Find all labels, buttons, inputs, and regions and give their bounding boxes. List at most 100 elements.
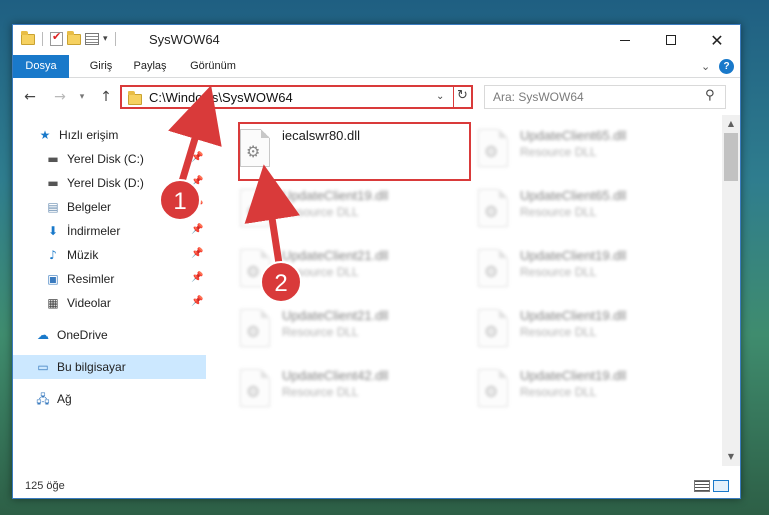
ribbon-tabs: Dosya Giriş Paylaş Görünüm ⌄ ? [13, 55, 740, 78]
sidebar-item-quick-access[interactable]: ★ Hızlı erişim [13, 123, 206, 147]
dll-file-icon: ⚙ [240, 369, 270, 407]
file-tile[interactable]: ⚙ UpdateClient19.dll Resource DLL [470, 365, 700, 413]
dll-file-icon: ⚙ [478, 369, 508, 407]
network-icon: 🖧 [36, 392, 50, 406]
file-tile[interactable]: ⚙ UpdateClient42.dll Resource DLL [232, 365, 462, 413]
address-path[interactable]: C:\Windows\SysWOW64 [149, 90, 293, 105]
file-tile[interactable]: ⚙ UpdateClient19.dll Resource DLL [232, 185, 462, 233]
pin-icon[interactable]: 📌 [191, 296, 203, 307]
refresh-icon[interactable]: ↻ [457, 88, 468, 103]
address-bar[interactable]: C:\Windows\SysWOW64 ⌄ ↻ [120, 85, 473, 109]
sidebar-item-label: Belgeler [67, 200, 112, 214]
music-icon: ♪ [49, 248, 57, 262]
scroll-thumb[interactable] [724, 133, 738, 181]
properties-icon[interactable] [85, 33, 99, 45]
pin-icon[interactable]: 📌 [191, 152, 203, 163]
details-view-icon[interactable] [694, 480, 710, 492]
vertical-scrollbar[interactable]: ▲ ▼ [722, 115, 740, 466]
file-type: Resource DLL [520, 265, 597, 279]
download-icon: ⬇ [47, 224, 59, 238]
file-tile[interactable]: ⚙ UpdateClient21.dll Resource DLL [232, 245, 462, 293]
file-type: Resource DLL [520, 205, 597, 219]
tab-file[interactable]: Dosya [13, 55, 69, 78]
dll-file-icon: ⚙ [478, 309, 508, 347]
file-name: UpdateClient21.dll [282, 308, 389, 323]
scroll-down-icon[interactable]: ▼ [722, 448, 740, 466]
star-icon: ★ [39, 128, 51, 142]
customize-toolbar-chevron-icon[interactable]: ▾ [103, 34, 108, 44]
file-tile[interactable]: ⚙ UpdateClient21.dll Resource DLL [232, 305, 462, 353]
address-history-chevron-icon[interactable]: ⌄ [436, 91, 444, 102]
file-tile[interactable]: ⚙ UpdateClient19.dll Resource DLL [470, 305, 700, 353]
pin-icon[interactable]: 📌 [191, 272, 203, 283]
search-icon[interactable]: ⚲ [705, 88, 715, 103]
sidebar-item-music[interactable]: ♪ Müzik 📌 [13, 243, 206, 267]
maximize-icon [666, 35, 676, 45]
sidebar-item-videos[interactable]: ▦ Videolar 📌 [13, 291, 206, 315]
file-type: Resource DLL [282, 325, 359, 339]
back-arrow-icon[interactable]: ← [21, 87, 39, 107]
pin-icon[interactable]: 📌 [191, 248, 203, 259]
document-icon: ▤ [47, 200, 59, 214]
sidebar-item-local-disk-c[interactable]: ▬ Yerel Disk (C:) 📌 [13, 147, 206, 171]
new-folder-icon[interactable] [67, 30, 81, 45]
minimize-button[interactable] [602, 25, 648, 55]
help-icon[interactable]: ? [719, 59, 734, 74]
folder-icon [21, 30, 35, 45]
quick-access-toolbar: ▾ [21, 30, 119, 46]
recent-locations-chevron-icon[interactable]: ▾ [73, 87, 91, 107]
pin-icon[interactable]: 📌 [191, 176, 203, 187]
large-icons-view-icon[interactable] [713, 480, 729, 492]
file-name: UpdateClient19.dll [520, 368, 627, 383]
file-list: ⚙ iecalswr80.dll ⚙ UpdateClient65.dll Re… [208, 115, 722, 466]
sidebar-item-label: Müzik [67, 248, 99, 262]
sidebar-item-downloads[interactable]: ⬇ İndirmeler 📌 [13, 219, 206, 243]
navigation-pane: ★ Hızlı erişim ▬ Yerel Disk (C:) 📌 ▬ Yer… [13, 115, 206, 466]
file-name: UpdateClient19.dll [520, 248, 627, 263]
pin-icon[interactable]: 📌 [191, 224, 203, 235]
sidebar-item-label: Videolar [67, 296, 111, 310]
scroll-up-icon[interactable]: ▲ [722, 115, 740, 133]
tab-view[interactable]: Görünüm [185, 55, 241, 78]
sidebar-item-local-disk-d[interactable]: ▬ Yerel Disk (D:) 📌 [13, 171, 206, 195]
file-tile[interactable]: ⚙ UpdateClient65.dll Resource DLL [470, 185, 700, 233]
close-button[interactable]: ✕ [694, 25, 740, 55]
file-name: UpdateClient19.dll [520, 308, 627, 323]
search-placeholder[interactable]: Ara: SysWOW64 [493, 90, 584, 104]
close-icon: ✕ [710, 30, 724, 50]
file-type: Resource DLL [520, 385, 597, 399]
sidebar-item-label: Resimler [67, 272, 115, 286]
drive-icon: ▬ [47, 152, 59, 166]
sidebar-item-network[interactable]: 🖧 Ağ [13, 387, 206, 411]
dll-file-icon: ⚙ [478, 189, 508, 227]
status-bar: 125 öğe [13, 466, 740, 498]
file-name: UpdateClient19.dll [282, 188, 389, 203]
forward-arrow-icon[interactable]: → [51, 87, 69, 107]
up-arrow-icon[interactable]: ↑ [97, 87, 115, 107]
sidebar-item-label: İndirmeler [67, 224, 121, 238]
title-bar: ▾ SysWOW64 ✕ [13, 25, 740, 55]
file-type: Resource DLL [282, 385, 359, 399]
drive-icon: ▬ [47, 176, 59, 190]
file-tile[interactable]: ⚙ UpdateClient19.dll Resource DLL [470, 245, 700, 293]
sidebar-item-this-pc[interactable]: ▭ Bu bilgisayar [13, 355, 206, 379]
pin-icon[interactable]: 📌 [191, 200, 203, 211]
dll-file-icon: ⚙ [478, 249, 508, 287]
tab-share[interactable]: Paylaş [129, 55, 171, 78]
maximize-button[interactable] [648, 25, 694, 55]
expand-ribbon-chevron-icon[interactable]: ⌄ [701, 60, 710, 73]
search-box[interactable]: Ara: SysWOW64 ⚲ [484, 85, 726, 109]
file-name: UpdateClient65.dll [520, 188, 627, 203]
file-tile[interactable]: ⚙ UpdateClient65.dll Resource DLL [470, 125, 700, 173]
sidebar-item-documents[interactable]: ▤ Belgeler 📌 [13, 195, 206, 219]
properties-check-icon[interactable] [50, 30, 63, 46]
sidebar-item-label: Ağ [57, 392, 72, 406]
dll-file-icon: ⚙ [240, 189, 270, 227]
file-type: Resource DLL [282, 205, 359, 219]
sidebar-item-pictures[interactable]: ▣ Resimler 📌 [13, 267, 206, 291]
folder-icon [128, 91, 142, 105]
toolbar-divider [42, 32, 43, 46]
sidebar-item-onedrive[interactable]: ☁ OneDrive [13, 323, 206, 347]
item-count: 125 öğe [25, 480, 65, 492]
tab-home[interactable]: Giriş [81, 55, 121, 78]
